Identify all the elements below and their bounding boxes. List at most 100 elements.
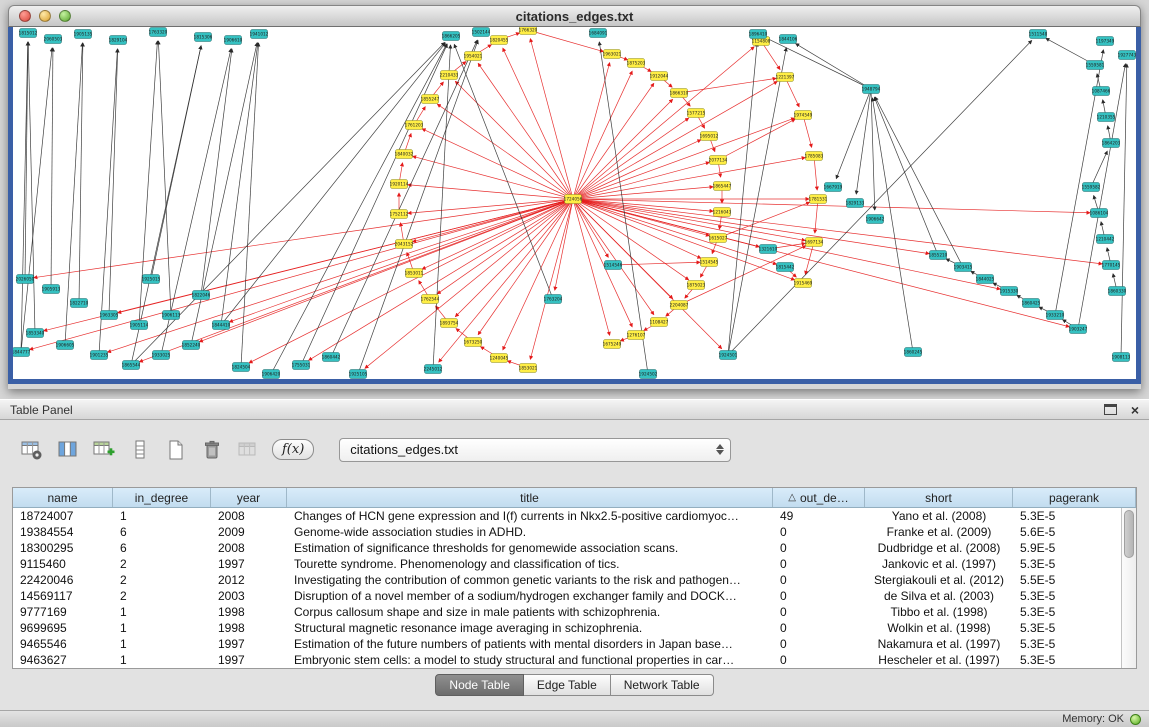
tab-node-table[interactable]: Node Table [435, 674, 524, 696]
graph-node[interactable]: 1915469 [794, 279, 813, 288]
graph-node[interactable]: 1844410 [212, 321, 231, 330]
table-row[interactable]: 911546021997Tourette syndrome. Phenomeno… [13, 556, 1136, 572]
graph-node[interactable]: 1785083 [805, 152, 824, 161]
graph-node[interactable]: 1925015 [142, 275, 161, 284]
graph-node[interactable]: 1763320 [149, 28, 168, 37]
graph-node[interactable]: 1963021 [603, 50, 622, 59]
tab-edge-table[interactable]: Edge Table [524, 674, 611, 696]
graph-node[interactable]: 1559581 [1086, 61, 1105, 70]
graph-node[interactable]: 1684091 [589, 29, 608, 38]
graph-node[interactable]: 1210442 [1096, 235, 1115, 244]
graph-node[interactable]: 1762544 [421, 295, 440, 304]
add-column-icon[interactable] [90, 436, 117, 463]
graph-node[interactable]: 1822710 [70, 299, 89, 308]
graph-node[interactable]: 1695012 [700, 132, 719, 141]
graph-node[interactable]: 1865544 [122, 361, 141, 370]
columns-icon[interactable] [54, 436, 81, 463]
graph-node[interactable]: 1761203 [405, 121, 424, 130]
graph-node[interactable]: 1755031 [292, 361, 311, 370]
column-header-title[interactable]: title [287, 488, 773, 507]
zoom-window-button[interactable] [59, 10, 71, 22]
table-row[interactable]: 1830029562008Estimation of significance … [13, 540, 1136, 556]
graph-node[interactable]: 1924502 [639, 370, 658, 379]
graph-node[interactable]: 1948794 [862, 85, 881, 94]
graph-node[interactable]: 1915330 [1000, 287, 1019, 296]
graph-node[interactable]: 1240045 [490, 354, 509, 363]
graph-node[interactable]: 1815306 [194, 33, 213, 42]
rows-icon[interactable] [126, 436, 153, 463]
graph-node[interactable]: 1221397 [776, 73, 795, 82]
graph-node[interactable]: 1901235 [90, 351, 109, 360]
graph-node[interactable]: 1514545 [700, 258, 719, 267]
graph-node[interactable]: 1829133 [846, 199, 865, 208]
close-window-button[interactable] [19, 10, 31, 22]
graph-node[interactable]: 1906605 [56, 341, 75, 350]
graph-node[interactable]: 1920114 [390, 180, 409, 189]
graph-node[interactable]: 1844106 [779, 35, 798, 44]
graph-node[interactable]: 1577215 [687, 109, 706, 118]
graph-node[interactable]: 1865447 [713, 182, 732, 191]
graph-node[interactable]: 1912044 [650, 72, 669, 81]
graph-node[interactable]: 1963305 [100, 311, 119, 320]
graph-node[interactable]: 1210355 [1097, 113, 1116, 122]
graph-node[interactable]: 1875203 [627, 59, 646, 68]
close-panel-icon[interactable]: × [1131, 403, 1139, 417]
graph-node[interactable]: 1866205 [442, 32, 461, 41]
vertical-scrollbar[interactable] [1121, 508, 1136, 668]
graph-node[interactable]: 1086104 [1090, 209, 1109, 218]
graph-node[interactable]: 1824504 [232, 363, 251, 372]
column-header-name[interactable]: name [13, 488, 113, 507]
graph-node[interactable]: 1752112 [390, 210, 409, 219]
graph-node[interactable]: 1844025 [976, 275, 995, 284]
graph-node[interactable]: 1906642 [866, 215, 885, 224]
graph-node[interactable]: 1675249 [603, 340, 622, 349]
graph-node[interactable]: 1853011 [405, 269, 424, 278]
graph-node[interactable]: 1908113 [1112, 353, 1131, 362]
graph-node[interactable]: 1763204 [544, 295, 563, 304]
graph-node[interactable]: 1511548 [1029, 30, 1048, 39]
graph-node[interactable]: 1860245 [904, 348, 923, 357]
graph-node[interactable]: 1852240 [182, 341, 201, 350]
table-row[interactable]: 977716911998Corpus callosum shape and si… [13, 604, 1136, 620]
graph-node[interactable]: 1927743 [1118, 51, 1136, 60]
table-mode-icon[interactable] [18, 436, 45, 463]
graph-node[interactable]: 1896410 [749, 30, 768, 39]
graph-node[interactable]: 2043152 [395, 240, 414, 249]
table-source-select[interactable]: citations_edges.txt [339, 438, 731, 462]
graph-node[interactable]: 1906610 [224, 36, 243, 45]
graph-node[interactable]: 1820455 [490, 36, 509, 45]
graph-node[interactable]: 1860442 [322, 353, 341, 362]
graph-node[interactable]: 1216043 [713, 208, 732, 217]
graph-node[interactable]: 1860330 [1108, 287, 1127, 296]
graph-node[interactable]: 1941012 [250, 30, 269, 39]
graph-node[interactable]: 1906420 [262, 370, 281, 379]
network-canvas[interactable]: 1724056185302112400451673250189375417625… [13, 27, 1136, 379]
delete-table-icon[interactable] [198, 436, 225, 463]
graph-node[interactable]: 1924501 [719, 351, 738, 360]
table-row[interactable]: 1872400712008Changes of HCN gene express… [13, 508, 1136, 524]
minimize-window-button[interactable] [39, 10, 51, 22]
graph-node[interactable]: 1974549 [794, 111, 813, 120]
graph-node[interactable]: 1925105 [349, 370, 368, 379]
graph-node[interactable]: 1855247 [421, 95, 440, 104]
graph-node[interactable]: 1829104 [109, 36, 128, 45]
graph-node[interactable]: 1108427 [650, 318, 669, 327]
graph-node[interactable]: 1321610 [759, 245, 778, 254]
graph-node[interactable]: 1087466 [1092, 87, 1111, 96]
float-panel-icon[interactable] [1104, 404, 1117, 415]
tab-network-table[interactable]: Network Table [611, 674, 714, 696]
graph-node[interactable]: 1502144 [472, 28, 491, 37]
graph-node[interactable]: 2210433 [440, 71, 459, 80]
graph-node[interactable]: 1724056 [564, 195, 583, 204]
graph-node[interactable]: 1864203 [1102, 139, 1121, 148]
graph-node[interactable]: 1903415 [954, 263, 973, 272]
graph-node[interactable]: 1866310 [670, 89, 689, 98]
table-row[interactable]: 1456911722003Disruption of a novel membe… [13, 588, 1136, 604]
graph-node[interactable]: 1860425 [1022, 299, 1041, 308]
graph-node[interactable]: 2245012 [424, 365, 443, 374]
import-table-icon[interactable] [234, 436, 261, 463]
new-table-icon[interactable] [162, 436, 189, 463]
graph-node[interactable]: 1840032 [395, 150, 414, 159]
graph-node[interactable]: 1933025 [152, 351, 171, 360]
graph-node[interactable]: 1905135 [74, 30, 93, 39]
